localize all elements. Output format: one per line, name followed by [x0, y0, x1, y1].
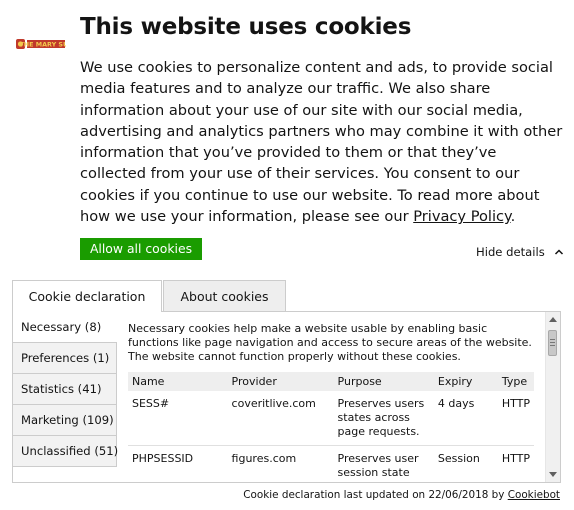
cookie-provider: coveritlive.com	[227, 391, 334, 446]
cookie-purpose: Preserves users states across page reque…	[333, 391, 434, 446]
cookie-name: SESS#	[128, 391, 228, 446]
declaration-footer: Cookie declaration last updated on 22/06…	[243, 489, 560, 501]
cookie-type: HTTP	[497, 445, 534, 482]
column-header-name: Name	[128, 372, 228, 391]
tab-about-cookies[interactable]: About cookies	[163, 280, 286, 312]
cookie-expiry: 4 days	[433, 391, 498, 446]
column-header-type: Type	[497, 372, 534, 391]
cookiebot-link[interactable]: Cookiebot	[508, 489, 560, 501]
cookie-type: HTTP	[497, 391, 534, 446]
cookie-provider: figures.com	[227, 445, 334, 482]
necessary-description: Necessary cookies help make a website us…	[128, 322, 532, 363]
table-row: PHPSESSID figures.com Preserves user ses…	[128, 445, 534, 482]
intro-text: We use cookies to personalize content an…	[80, 59, 563, 226]
column-header-provider: Provider	[227, 372, 334, 391]
mary-sue-logo-icon: THE MARY SUE	[16, 39, 73, 49]
category-statistics[interactable]: Statistics (41)	[13, 374, 117, 405]
column-header-expiry: Expiry	[433, 372, 498, 391]
category-necessary[interactable]: Necessary (8)	[13, 312, 117, 343]
table-row: SESS# coveritlive.com Preserves users st…	[128, 391, 534, 446]
chevron-up-icon	[555, 249, 564, 255]
column-header-purpose: Purpose	[333, 372, 434, 391]
footer-text: Cookie declaration last updated on 22/06…	[243, 489, 508, 501]
dialog-title: This website uses cookies	[80, 14, 412, 40]
cookie-declaration-panel: Necessary (8) Preferences (1) Statistics…	[12, 311, 561, 483]
scroll-down-arrow-icon[interactable]	[549, 472, 557, 477]
site-logo: THE MARY SUE	[16, 36, 73, 52]
tab-cookie-declaration[interactable]: Cookie declaration	[12, 280, 162, 312]
scroll-thumb[interactable]	[548, 330, 557, 356]
cookie-table: Name Provider Purpose Expiry Type SESS# …	[128, 372, 534, 482]
hide-details-label: Hide details	[476, 245, 545, 259]
cookie-name: PHPSESSID	[128, 445, 228, 482]
privacy-policy-link[interactable]: Privacy Policy	[413, 208, 510, 225]
category-unclassified[interactable]: Unclassified (51)	[13, 436, 118, 467]
scroll-up-arrow-icon[interactable]	[549, 317, 557, 322]
allow-all-cookies-button[interactable]: Allow all cookies	[80, 238, 202, 260]
panel-scrollbar[interactable]	[545, 312, 560, 482]
intro-end: .	[510, 208, 516, 226]
category-list: Necessary (8) Preferences (1) Statistics…	[13, 312, 118, 467]
category-preferences[interactable]: Preferences (1)	[13, 343, 117, 374]
hide-details-toggle[interactable]: Hide details	[476, 245, 564, 259]
cookie-purpose: Preserves user session state	[333, 445, 434, 482]
category-content: Necessary cookies help make a website us…	[128, 322, 534, 482]
logo-wordmark: THE MARY SUE	[19, 41, 66, 49]
category-marketing[interactable]: Marketing (109)	[13, 405, 117, 436]
cookie-intro-text: We use cookies to personalize content an…	[80, 57, 566, 227]
table-header-row: Name Provider Purpose Expiry Type	[128, 372, 534, 391]
cookie-expiry: Session	[433, 445, 498, 482]
